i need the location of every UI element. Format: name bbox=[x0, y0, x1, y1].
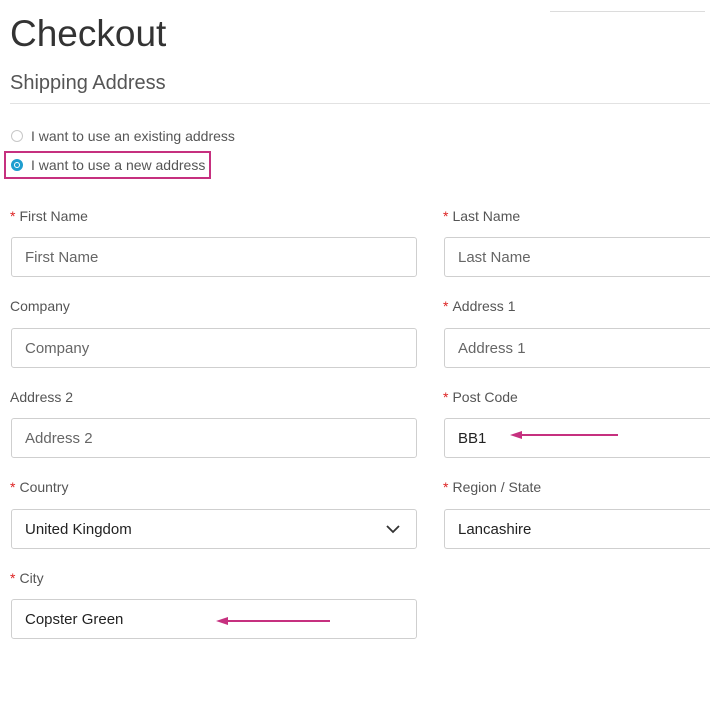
required-marker: * bbox=[443, 479, 449, 495]
last-name-placeholder: Last Name bbox=[458, 248, 531, 266]
city-label: * City bbox=[10, 570, 44, 586]
city-input[interactable]: Copster Green bbox=[11, 599, 417, 639]
section-divider bbox=[10, 103, 710, 104]
address-2-label: Address 2 bbox=[10, 389, 74, 405]
annotation-arrow-icon bbox=[216, 617, 330, 625]
address-2-input[interactable]: Address 2 bbox=[11, 418, 417, 458]
first-name-label: * First Name bbox=[10, 208, 88, 224]
first-name-placeholder: First Name bbox=[25, 248, 99, 266]
company-input[interactable]: Company bbox=[11, 328, 417, 368]
required-marker: * bbox=[443, 389, 449, 405]
country-selected-value: United Kingdom bbox=[25, 520, 132, 538]
radio-existing-address[interactable]: I want to use an existing address bbox=[11, 127, 235, 145]
post-code-label: * Post Code bbox=[443, 389, 518, 405]
header-panel-edge bbox=[550, 11, 705, 12]
first-name-input[interactable]: First Name bbox=[11, 237, 417, 277]
required-marker: * bbox=[10, 570, 16, 586]
address-1-placeholder: Address 1 bbox=[458, 339, 526, 357]
country-select[interactable]: United Kingdom bbox=[11, 509, 417, 549]
country-label: * Country bbox=[10, 479, 69, 495]
chevron-down-icon[interactable] bbox=[386, 522, 400, 536]
required-marker: * bbox=[443, 208, 449, 224]
region-select[interactable]: Lancashire bbox=[444, 509, 710, 549]
radio-unchecked-icon[interactable] bbox=[11, 130, 23, 142]
company-placeholder: Company bbox=[25, 339, 90, 357]
address-1-input[interactable]: Address 1 bbox=[444, 328, 710, 368]
region-selected-value: Lancashire bbox=[458, 520, 532, 538]
annotation-arrow-icon bbox=[510, 431, 618, 439]
required-marker: * bbox=[10, 208, 16, 224]
page-title: Checkout bbox=[10, 13, 167, 54]
post-code-value: BB1 bbox=[458, 429, 487, 447]
last-name-input[interactable]: Last Name bbox=[444, 237, 710, 277]
annotation-highlight-box bbox=[4, 151, 211, 179]
last-name-label: * Last Name bbox=[443, 208, 521, 224]
company-label: Company bbox=[10, 298, 70, 314]
radio-existing-label: I want to use an existing address bbox=[31, 128, 235, 144]
region-label: * Region / State bbox=[443, 479, 542, 495]
required-marker: * bbox=[443, 298, 449, 314]
address-1-label: * Address 1 bbox=[443, 298, 516, 314]
city-value: Copster Green bbox=[25, 610, 124, 628]
required-marker: * bbox=[10, 479, 16, 495]
address-2-placeholder: Address 2 bbox=[25, 429, 93, 447]
section-title: Shipping Address bbox=[10, 72, 166, 94]
